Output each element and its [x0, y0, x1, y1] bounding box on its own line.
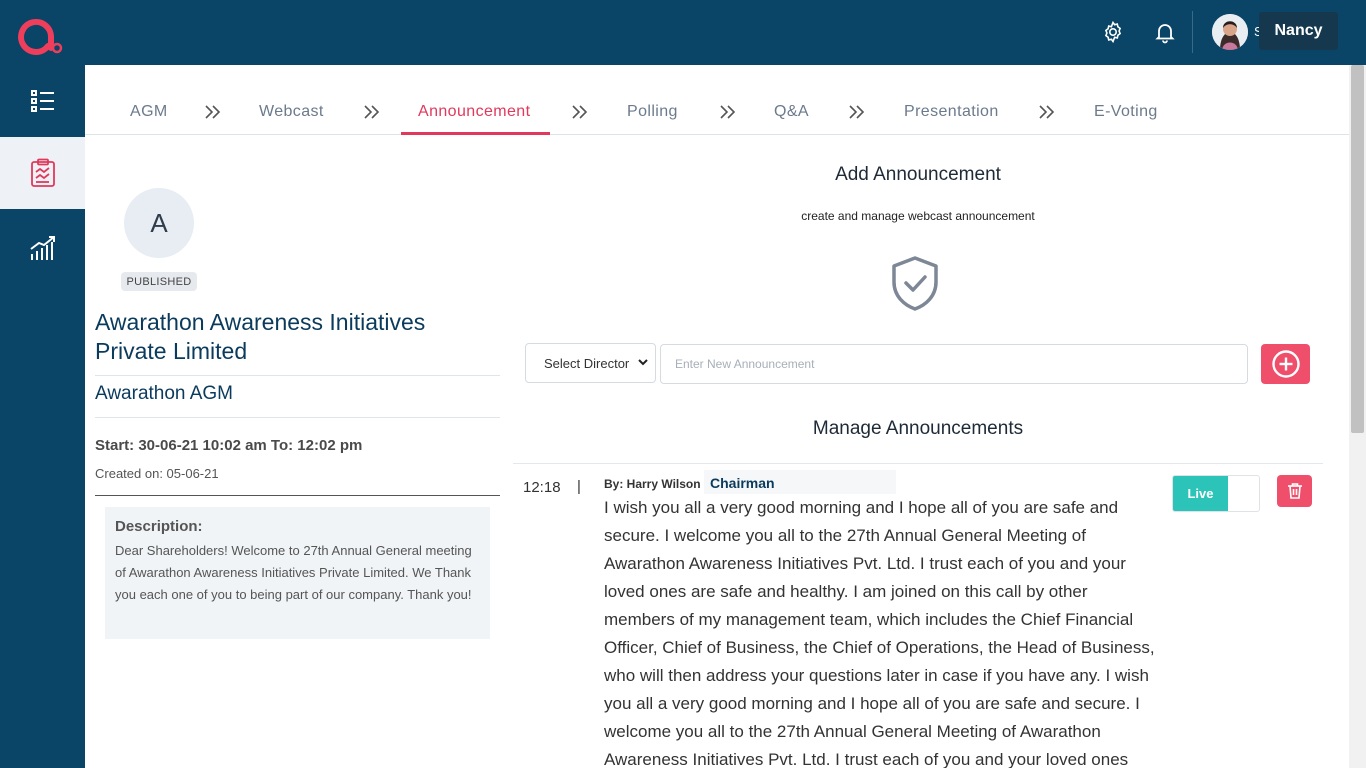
topbar-divider	[1192, 11, 1193, 53]
bell-icon[interactable]	[1151, 18, 1179, 46]
step-tabs: AGM Webcast Announcement Polling Q&A Pre…	[85, 65, 1349, 135]
top-bar: S Nancy	[0, 0, 1366, 65]
analytics-icon	[29, 236, 55, 260]
live-toggle[interactable]: Live	[1172, 475, 1260, 512]
sidebar	[0, 65, 85, 768]
sidebar-item-list[interactable]	[0, 65, 85, 137]
divider	[95, 375, 500, 376]
tab-webcast[interactable]: Webcast	[259, 103, 324, 121]
sidebar-item-agm[interactable]	[0, 137, 85, 209]
delete-announcement-button[interactable]	[1277, 475, 1312, 507]
company-name: Awarathon Awareness Initiatives Private …	[95, 309, 426, 364]
announcement-author: By: Harry Wilson	[604, 477, 701, 491]
plus-circle-icon	[1271, 350, 1300, 378]
announcement-input[interactable]	[660, 344, 1248, 384]
chevron-double-right-icon	[364, 105, 380, 119]
announcement-time: 12:18	[523, 479, 561, 496]
chevron-double-right-icon	[572, 105, 588, 119]
add-announcement-button[interactable]	[1261, 344, 1310, 384]
trash-icon	[1287, 483, 1302, 499]
live-toggle-label: Live	[1173, 476, 1228, 511]
created-date: Created on: 05-06-21	[95, 466, 219, 481]
tab-evoting[interactable]: E-Voting	[1094, 103, 1158, 121]
chevron-double-right-icon	[849, 105, 865, 119]
chevron-double-right-icon	[1039, 105, 1055, 119]
add-announcement-title: Add Announcement	[835, 164, 1001, 185]
announcement-author-role: Chairman	[704, 470, 896, 494]
announcement-text: I wish you all a very good morning and I…	[604, 498, 1155, 768]
chevron-double-right-icon	[205, 105, 221, 119]
divider	[95, 495, 500, 496]
tab-agm[interactable]: AGM	[130, 103, 168, 121]
active-tab-indicator	[401, 132, 550, 135]
divider	[513, 463, 1323, 464]
tab-polling[interactable]: Polling	[627, 103, 678, 121]
sidebar-item-analytics[interactable]	[0, 212, 85, 284]
add-announcement-subtitle: create and manage webcast announcement	[801, 209, 1035, 223]
event-avatar: A	[124, 188, 194, 258]
avatar[interactable]	[1212, 14, 1248, 50]
tab-qa[interactable]: Q&A	[774, 103, 809, 121]
chevron-down-icon	[638, 359, 648, 366]
agm-name: Awarathon AGM	[95, 383, 234, 404]
manage-announcements-title: Manage Announcements	[812, 418, 1024, 439]
description-box: Description: Dear Shareholders! Welcome …	[105, 507, 490, 639]
page-scrollbar-thumb[interactable]	[1351, 65, 1364, 433]
app-logo-icon[interactable]	[18, 10, 66, 56]
tab-presentation[interactable]: Presentation	[904, 103, 999, 121]
gear-icon[interactable]	[1099, 18, 1127, 46]
description-text: Dear Shareholders! Welcome to 27th Annua…	[115, 543, 472, 602]
divider	[95, 417, 500, 418]
tab-announcement[interactable]: Announcement	[418, 103, 530, 121]
event-schedule: Start: 30-06-21 10:02 am To: 12:02 pm	[95, 437, 363, 454]
description-title: Description:	[115, 518, 203, 535]
clipboard-chart-icon	[30, 158, 55, 187]
user-name-tooltip[interactable]: Nancy	[1259, 12, 1338, 50]
list-icon	[30, 90, 54, 112]
chevron-double-right-icon	[720, 105, 736, 119]
shield-check-icon	[892, 256, 938, 311]
announcement-separator: |	[577, 478, 581, 495]
status-badge: PUBLISHED	[121, 272, 197, 291]
